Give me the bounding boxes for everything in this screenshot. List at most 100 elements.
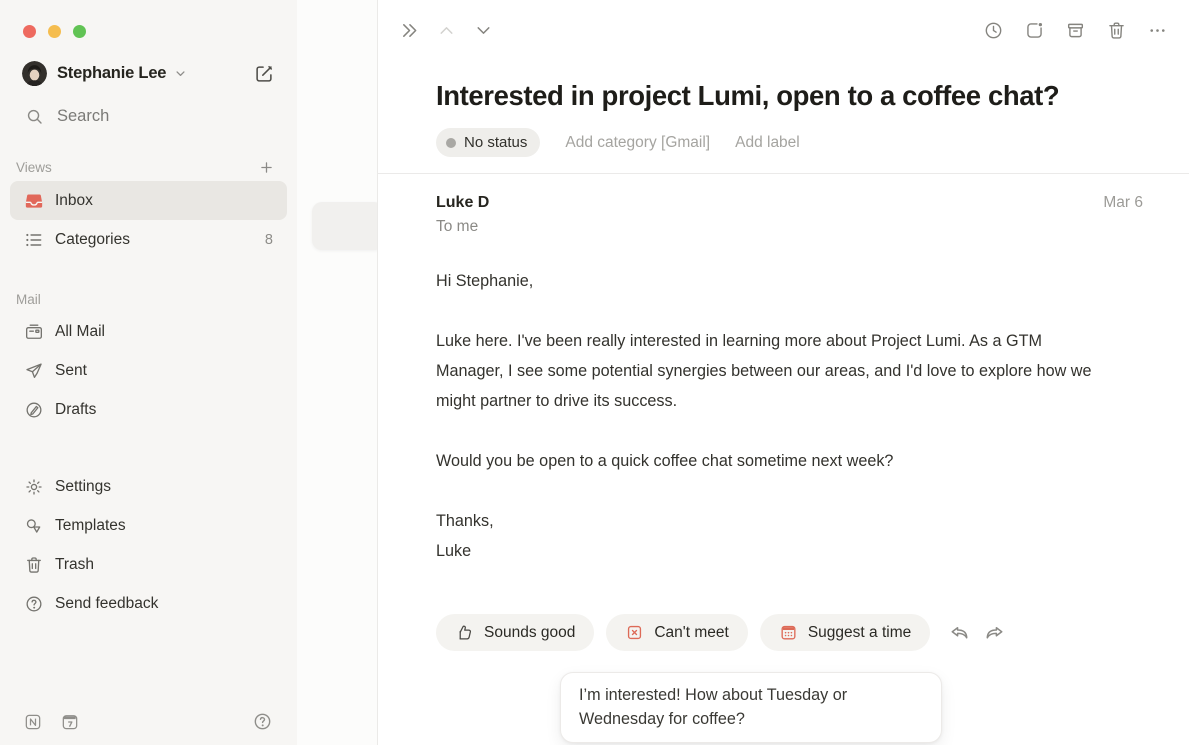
body-line: Manager, I see some potential synergies … (436, 356, 1143, 386)
action-label: Sounds good (484, 624, 575, 642)
avatar (22, 61, 47, 86)
quick-reply-actions: Sounds good Can't meet Suggest a time (436, 614, 1143, 651)
archive-icon[interactable] (1060, 15, 1090, 45)
move-to-icon[interactable] (1019, 15, 1049, 45)
sidebar-item-send-feedback[interactable]: Send feedback (10, 584, 287, 623)
sidebar-item-label: Categories (55, 231, 130, 249)
sidebar-item-settings[interactable]: Settings (10, 467, 287, 506)
sidebar-item-sent[interactable]: Sent (10, 351, 287, 390)
collapsed-list-panel (297, 0, 377, 745)
more-ellipsis-icon[interactable] (1142, 15, 1172, 45)
sidebar-item-label: Drafts (55, 401, 96, 419)
sidebar: Stephanie Lee Search Views (0, 0, 297, 745)
body-line: Luke here. I've been really interested i… (436, 326, 1143, 356)
minimize-window-button[interactable] (48, 25, 61, 38)
sidebar-item-trash[interactable]: Trash (10, 545, 287, 584)
message-toolbar (378, 0, 1189, 60)
utility-nav: Settings Templates Trash Send feedback (0, 467, 297, 623)
templates-icon (24, 516, 44, 536)
trash-icon[interactable] (1101, 15, 1131, 45)
search-icon (25, 107, 44, 126)
page-title: Interested in project Lumi, open to a co… (436, 80, 1143, 112)
all-mail-icon (24, 322, 44, 342)
collapse-panel-icon[interactable] (394, 15, 424, 45)
search-input[interactable]: Search (25, 107, 273, 126)
close-window-button[interactable] (23, 25, 36, 38)
selected-email-peek[interactable] (312, 202, 384, 250)
sidebar-item-label: Trash (55, 556, 94, 574)
sidebar-item-label: All Mail (55, 323, 105, 341)
plus-icon[interactable] (258, 159, 275, 176)
mail-nav: All Mail Sent Drafts (0, 312, 297, 429)
reading-pane: Interested in project Lumi, open to a co… (377, 0, 1189, 745)
thumbs-up-icon (455, 623, 474, 642)
tooltip-line: Wednesday for coffee? (579, 707, 923, 731)
calendar-7-icon[interactable] (60, 712, 80, 732)
body-line: Luke (436, 536, 1143, 566)
suggest-a-time-button[interactable]: Suggest a time (760, 614, 930, 651)
sidebar-footer (0, 711, 297, 745)
sidebar-item-all-mail[interactable]: All Mail (10, 312, 287, 351)
search-placeholder: Search (57, 107, 109, 126)
body-line (436, 476, 1143, 506)
window-controls (0, 0, 297, 38)
reply-icon[interactable] (945, 619, 973, 647)
cant-meet-button[interactable]: Can't meet (606, 614, 747, 651)
body-line: Thanks, (436, 506, 1143, 536)
add-label-button[interactable]: Add label (735, 134, 800, 152)
sidebar-item-label: Templates (55, 517, 126, 535)
mail-section-header: Mail (16, 292, 275, 307)
tooltip-line: I’m interested! How about Tuesday or (579, 683, 923, 707)
message-date: Mar 6 (1103, 194, 1143, 212)
help-circle-icon (24, 594, 44, 614)
body-line: Hi Stephanie, (436, 266, 1143, 296)
sidebar-item-categories[interactable]: Categories 8 (10, 220, 287, 259)
action-label: Can't meet (654, 624, 728, 642)
zoom-window-button[interactable] (73, 25, 86, 38)
compose-icon[interactable] (253, 63, 275, 85)
reply-forward-group (945, 619, 1008, 647)
categories-icon (24, 230, 44, 250)
forward-icon[interactable] (980, 619, 1008, 647)
recipient-line[interactable]: To me (436, 218, 489, 236)
snooze-clock-icon[interactable] (978, 15, 1008, 45)
views-section-label: Views (16, 160, 52, 175)
x-square-icon (625, 623, 644, 642)
chevron-down-icon[interactable] (468, 15, 498, 45)
status-label: No status (464, 134, 527, 151)
suggested-reply-tooltip[interactable]: I’m interested! How about Tuesday or Wed… (560, 672, 942, 743)
chevron-down-icon (173, 66, 188, 81)
sidebar-item-label: Inbox (55, 192, 93, 210)
email-header: Luke D To me Mar 6 (436, 194, 1143, 236)
mail-section-label: Mail (16, 292, 41, 307)
sidebar-item-templates[interactable]: Templates (10, 506, 287, 545)
sidebar-item-label: Settings (55, 478, 111, 496)
notion-logo-icon[interactable] (23, 712, 43, 732)
toolbar-right-group (978, 15, 1172, 45)
divider (378, 173, 1189, 174)
sidebar-item-label: Send feedback (55, 595, 158, 613)
body-line: Would you be open to a quick coffee chat… (436, 446, 1143, 476)
sidebar-item-label: Sent (55, 362, 87, 380)
body-line: might partner to drive its success. (436, 386, 1143, 416)
inbox-icon (24, 191, 44, 211)
views-nav: Inbox Categories 8 (0, 181, 297, 259)
trash-icon (24, 555, 44, 575)
help-circle-icon[interactable] (252, 711, 273, 732)
action-label: Suggest a time (808, 624, 911, 642)
views-section-header: Views (16, 159, 275, 176)
account-name: Stephanie Lee (57, 64, 166, 83)
sender-name: Luke D (436, 194, 489, 212)
drafts-icon (24, 400, 44, 420)
categories-count-badge: 8 (265, 232, 273, 248)
sidebar-item-inbox[interactable]: Inbox (10, 181, 287, 220)
account-switcher[interactable]: Stephanie Lee (22, 61, 275, 86)
sidebar-item-drafts[interactable]: Drafts (10, 390, 287, 429)
sounds-good-button[interactable]: Sounds good (436, 614, 594, 651)
calendar-icon (779, 623, 798, 642)
sent-icon (24, 361, 44, 381)
add-category-button[interactable]: Add category [Gmail] (565, 134, 710, 152)
status-pill[interactable]: No status (436, 128, 540, 157)
chevron-up-icon[interactable] (431, 15, 461, 45)
status-dot-icon (446, 138, 456, 148)
